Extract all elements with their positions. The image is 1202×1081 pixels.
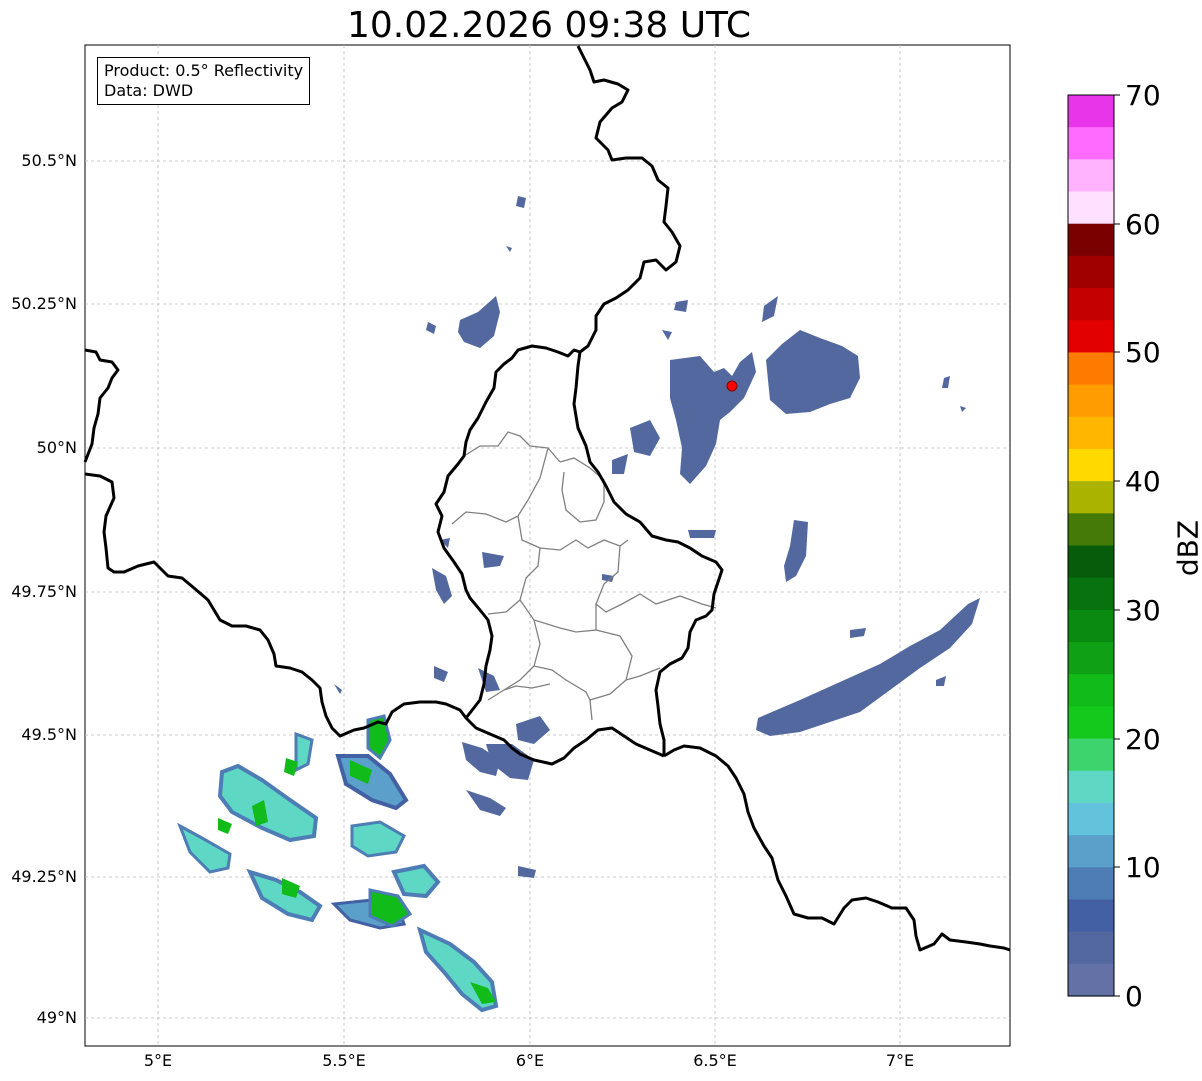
colorbar-segment <box>1068 416 1114 450</box>
colorbar-tick-label: 70 <box>1125 79 1161 112</box>
colorbar-tick-label: 50 <box>1125 336 1161 369</box>
lat-label: 50.25°N <box>11 294 77 313</box>
colorbar-segment <box>1068 545 1114 579</box>
colorbar-segment <box>1068 867 1114 901</box>
colorbar-segment <box>1068 255 1114 289</box>
colorbar-segment <box>1068 352 1114 386</box>
chart-title: 10.02.2026 09:38 UTC <box>346 5 752 46</box>
colorbar <box>1068 95 1114 997</box>
colorbar-segment <box>1068 802 1114 836</box>
colorbar-unit-label: dBZ <box>1171 519 1202 577</box>
colorbar-segment <box>1068 609 1114 643</box>
colorbar-segment <box>1068 223 1114 257</box>
lat-label: 49.25°N <box>11 867 77 886</box>
colorbar-segment <box>1068 770 1114 804</box>
radar-site-marker <box>726 380 738 392</box>
lon-label: 6.5°E <box>693 1051 737 1070</box>
data-source-label: Data: DWD <box>104 81 194 100</box>
colorbar-segment <box>1068 642 1114 675</box>
lat-label: 49°N <box>36 1008 77 1027</box>
colorbar-segment <box>1068 931 1114 965</box>
colorbar-segment <box>1068 159 1114 193</box>
product-label: Product: 0.5° Reflectivity <box>104 61 304 80</box>
colorbar-segment <box>1068 448 1114 482</box>
colorbar-segment <box>1068 513 1114 547</box>
colorbar-tick-label: 0 <box>1125 980 1143 1013</box>
colorbar-segment <box>1068 674 1114 707</box>
colorbar-segment <box>1068 481 1114 514</box>
colorbar-segment <box>1068 899 1114 933</box>
colorbar-segment <box>1068 384 1114 418</box>
lon-label: 5.5°E <box>322 1051 366 1070</box>
colorbar-tick-label: 10 <box>1125 851 1161 884</box>
colorbar-segment <box>1068 95 1114 128</box>
lat-label: 50.5°N <box>21 151 77 170</box>
product-info-box: Product: 0.5° Reflectivity Data: DWD <box>97 57 311 105</box>
colorbar-segment <box>1068 191 1114 225</box>
colorbar-segment <box>1068 706 1114 740</box>
colorbar-segment <box>1068 963 1114 997</box>
lat-label: 50°N <box>36 438 77 457</box>
colorbar-segment <box>1068 320 1114 354</box>
radar-map-figure <box>83 44 1120 1047</box>
lat-label: 49.75°N <box>11 582 77 601</box>
colorbar-tick-label: 30 <box>1125 594 1161 627</box>
lon-label: 7°E <box>885 1051 915 1070</box>
colorbar-tick-label: 20 <box>1125 723 1161 756</box>
lon-label: 6°E <box>515 1051 545 1070</box>
colorbar-segment <box>1068 738 1114 772</box>
colorbar-ticks <box>1114 94 1120 997</box>
colorbar-segment <box>1068 835 1114 868</box>
lat-label: 49.5°N <box>21 725 77 744</box>
colorbar-tick-label: 60 <box>1125 208 1161 241</box>
colorbar-segment <box>1068 288 1114 321</box>
colorbar-tick-label: 40 <box>1125 465 1161 498</box>
colorbar-segment <box>1068 577 1114 611</box>
lon-label: 5°E <box>143 1051 173 1070</box>
colorbar-segment <box>1068 127 1114 160</box>
map-plot-area <box>84 44 1011 1047</box>
